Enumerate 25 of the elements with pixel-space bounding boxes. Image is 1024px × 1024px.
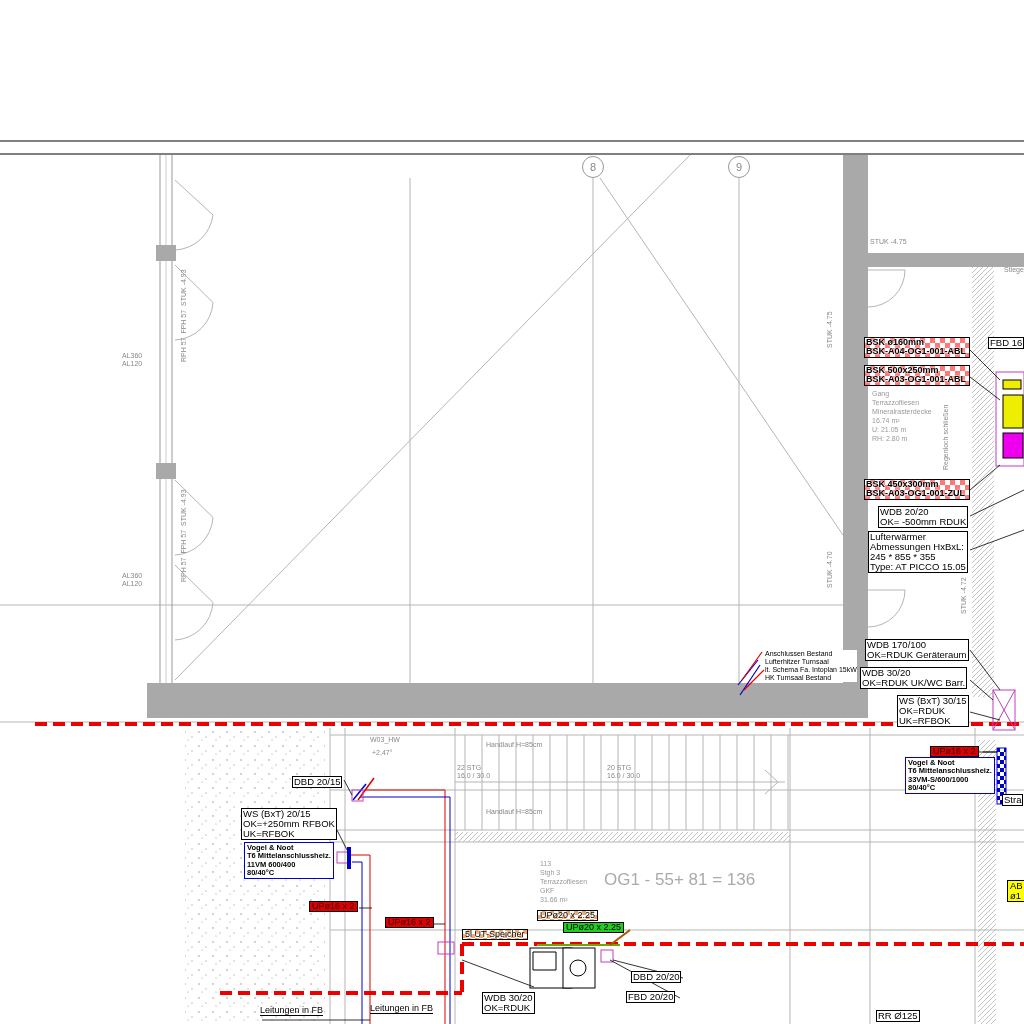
callout-label: WDB 30/20 OK=RDUK UK/WC Barr.: [860, 667, 968, 689]
callout-label: WDB 20/20 OK= -500mm RDUK: [878, 506, 969, 528]
callout-label: DBD 20/15: [292, 776, 343, 788]
callout-label: RR Ø125: [876, 1010, 920, 1022]
grid-marker: 9: [728, 156, 750, 178]
callout-label: DBD 20/20: [631, 971, 682, 983]
callout-label: Lufterwärmer Abmessungen HxBxL: 245 * 855 * 355 Type: AT PICCO 15.05: [868, 531, 968, 573]
callout-label: WDB 30/20 OK=RDUK: [482, 992, 535, 1014]
leader-note: Leitungen in FB: [370, 1004, 434, 1015]
callout-label: WDB 170/100 OK=RDUK Geräteraum: [865, 639, 969, 661]
damper-label: BSK 450x300mm BSK-A03-OG1-001-ZUL: [864, 479, 970, 500]
grid-marker: 8: [582, 156, 604, 178]
callout-label: FBD 16: [988, 337, 1024, 349]
area-formula: OG1 - 55+ 81 = 136: [604, 870, 756, 890]
callout-label: WS (BxT) 30/15 OK=RDUK UK=RFBOK: [897, 695, 969, 727]
pipe-tag: UPø20 x 2.25: [563, 922, 625, 934]
damper-label: BSK ø160mm BSK-A04-OG1-001-ABL: [864, 337, 970, 358]
damper-label: BSK 500x250mm BSK-A03-OG1-001-ABL: [864, 365, 970, 386]
pipe-tag: UPø16 x 2: [385, 917, 434, 929]
callout-label: FBD 20/20: [626, 991, 676, 1003]
leader-note: Leitungen in FB: [260, 1006, 324, 1017]
callout-label: WS (BxT) 20/15 OK=+250mm RFBOK UK=RFBOK: [241, 808, 337, 840]
callout-label: Stra: [1002, 794, 1024, 806]
pipe-tag: UPø16 x 2: [309, 901, 358, 913]
callout-label: AB ø1: [1007, 880, 1024, 902]
